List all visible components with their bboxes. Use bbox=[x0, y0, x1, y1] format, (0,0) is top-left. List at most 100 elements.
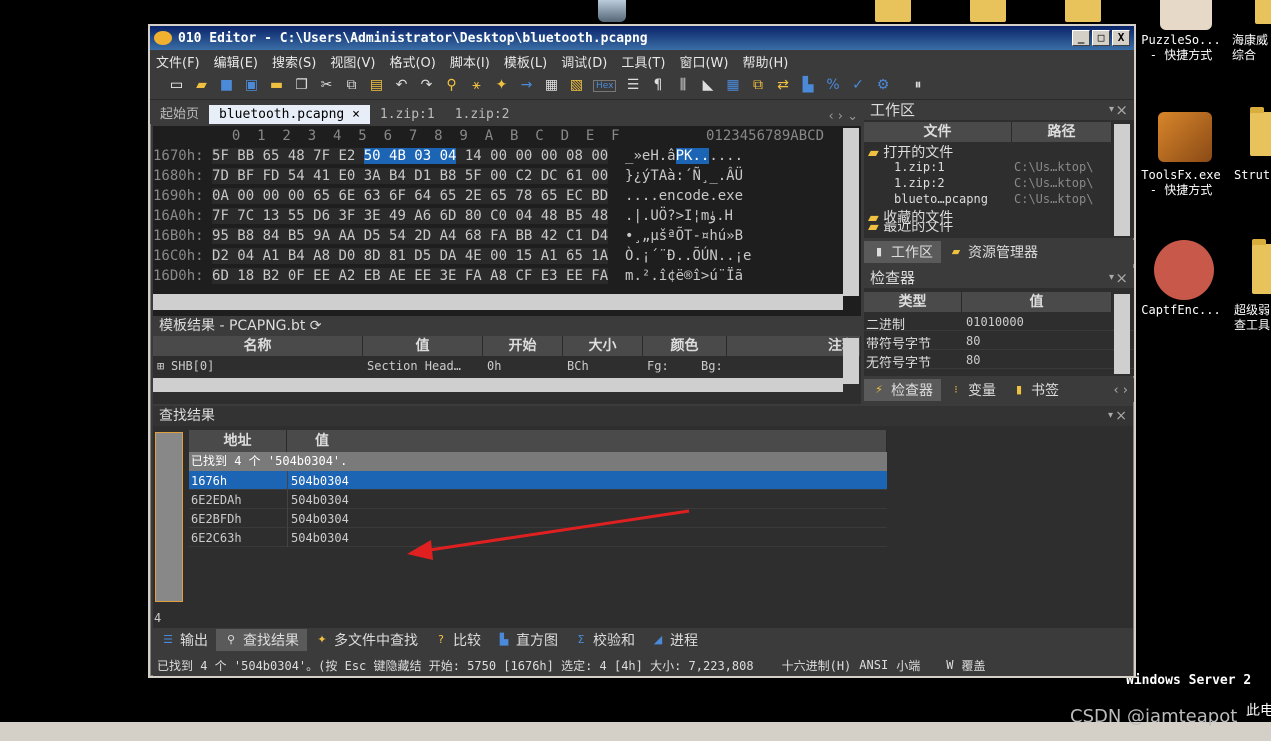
menu-format[interactable]: 格式(O) bbox=[389, 52, 435, 71]
undo-icon[interactable]: ↶ bbox=[393, 77, 410, 94]
desktop-folder-icon[interactable] bbox=[875, 0, 911, 22]
tab-output[interactable]: ☰ 输出 bbox=[153, 629, 216, 651]
tab-checksum[interactable]: Σ 校验和 bbox=[566, 629, 643, 651]
col-path[interactable]: 路径 bbox=[1012, 122, 1112, 142]
puzzle-app-icon[interactable] bbox=[1160, 0, 1212, 30]
list-item[interactable]: 1.zip:1 C:\Us…ktop\ bbox=[864, 159, 1134, 175]
panel-close-icon[interactable]: × bbox=[1115, 268, 1128, 288]
redo-icon[interactable]: ↷ bbox=[418, 77, 435, 94]
histogram-icon[interactable]: ▙ bbox=[799, 77, 816, 94]
tab-find-results[interactable]: ⚲ 查找结果 bbox=[216, 629, 307, 651]
maximize-button[interactable]: □ bbox=[1092, 30, 1110, 46]
panel-close-icon[interactable]: × bbox=[1115, 100, 1128, 120]
col-type[interactable]: 类型 bbox=[864, 292, 962, 312]
hex-bytes[interactable]: 7F 7C 13 55 D6 3F 3E 49 A6 6D 80 C0 04 4… bbox=[212, 208, 609, 224]
col-size[interactable]: 大小 bbox=[563, 336, 643, 356]
hex-row[interactable]: 1690h: 0A 00 00 00 65 6E 63 6F 64 65 2E … bbox=[153, 186, 843, 206]
title-bar[interactable]: 010 Editor - C:\Users\Administrator\Desk… bbox=[150, 26, 1134, 50]
list-item[interactable]: blueto…pcapng C:\Us…ktop\ bbox=[864, 191, 1134, 207]
tab-zip-2[interactable]: 1.zip:2 bbox=[445, 105, 520, 124]
find-icon[interactable]: ⚲ bbox=[443, 77, 460, 94]
copy-icon[interactable]: ❐ bbox=[293, 77, 310, 94]
calculator-icon[interactable]: ▦ bbox=[724, 77, 741, 94]
menu-template[interactable]: 模板(L) bbox=[504, 52, 547, 71]
menu-window[interactable]: 窗口(W) bbox=[679, 52, 728, 71]
status-endian[interactable]: 小端 bbox=[896, 657, 920, 674]
menu-debug[interactable]: 调试(D) bbox=[561, 52, 607, 71]
captfencoder-app-icon[interactable] bbox=[1154, 240, 1214, 300]
ascii-text[interactable]: }¿ýTAà:´Ñ¸_.ÂÜ bbox=[625, 166, 759, 186]
hex-bytes[interactable]: 5F BB 65 48 7F E2 50 4B 03 04 14 00 00 0… bbox=[212, 148, 609, 164]
process-icon[interactable]: ⚙ bbox=[874, 77, 891, 94]
open-folder-icon[interactable]: ▬ bbox=[268, 77, 285, 94]
workspace-scrollbar[interactable] bbox=[1114, 124, 1130, 236]
refresh-icon[interactable]: ⟳ bbox=[310, 318, 322, 334]
table-row[interactable]: ⊞ SHB[0] Section Head… 0h BCh Fg: Bg: bbox=[153, 356, 861, 376]
col-start[interactable]: 开始 bbox=[483, 336, 563, 356]
new-file-icon[interactable]: ▭ bbox=[168, 77, 185, 94]
tab-variables[interactable]: ⁝ 变量 bbox=[941, 379, 1004, 401]
desktop-folder-icon[interactable] bbox=[1250, 107, 1271, 156]
desktop-icon-captfencoder[interactable]: CaptfEnc... bbox=[1136, 303, 1226, 318]
menu-view[interactable]: 视图(V) bbox=[330, 52, 375, 71]
replace-icon[interactable]: ⚹ bbox=[468, 77, 485, 94]
menu-help[interactable]: 帮助(H) bbox=[742, 52, 788, 71]
desktop-icon-weakpass[interactable]: 超级弱 查工具 bbox=[1234, 303, 1271, 333]
hex-bytes[interactable]: 95 B8 84 B5 9A AA D5 54 2D A4 68 FA BB 4… bbox=[212, 228, 609, 244]
menu-edit[interactable]: 编辑(E) bbox=[214, 52, 258, 71]
panel-close-icon[interactable]: × bbox=[1115, 406, 1127, 426]
tab-workspace[interactable]: ▮ 工作区 bbox=[864, 241, 941, 263]
col-name[interactable]: 名称 bbox=[153, 336, 363, 356]
col-value[interactable]: 值 bbox=[363, 336, 483, 356]
tab-histogram[interactable]: ▙ 直方图 bbox=[489, 629, 566, 651]
hex-row[interactable]: 1670h: 5F BB 65 48 7F E2 50 4B 03 04 14 … bbox=[153, 146, 843, 166]
tab-find-in-files[interactable]: ✦ 多文件中查找 bbox=[307, 629, 426, 651]
inspector-scrollbar[interactable] bbox=[1114, 294, 1130, 374]
hex-editor[interactable]: 0 1 2 3 4 5 6 7 8 9 A B C D E F 01234567… bbox=[153, 126, 861, 316]
pause-icon[interactable]: ⏸ bbox=[909, 77, 926, 94]
columns-icon[interactable]: ⫼ bbox=[674, 77, 691, 94]
col-address[interactable]: 地址 bbox=[189, 430, 287, 452]
status-encoding[interactable]: ANSI bbox=[859, 658, 888, 672]
tab-process[interactable]: ◢ 进程 bbox=[643, 629, 706, 651]
hex-row[interactable]: 16A0h: 7F 7C 13 55 D6 3F 3E 49 A6 6D 80 … bbox=[153, 206, 843, 226]
checksum-icon[interactable]: ✓ bbox=[849, 77, 866, 94]
save-icon[interactable]: ■ bbox=[218, 77, 235, 94]
tab-close-icon[interactable]: × bbox=[352, 107, 360, 122]
cut-icon[interactable]: ✂ bbox=[318, 77, 335, 94]
hex-row[interactable]: 16D0h: 6D 18 B2 0F EE A2 EB AE EE 3E FA … bbox=[153, 266, 843, 286]
tab-compare[interactable]: ? 比较 bbox=[426, 629, 489, 651]
status-w[interactable]: W bbox=[946, 658, 953, 672]
panel-menu-icon[interactable]: ▾ bbox=[1109, 100, 1114, 120]
desktop-folder-icon[interactable] bbox=[970, 0, 1006, 22]
highlight-icon[interactable]: ◣ bbox=[699, 77, 716, 94]
toolsfx-app-icon[interactable] bbox=[1158, 112, 1212, 162]
menu-script[interactable]: 脚本(I) bbox=[450, 52, 490, 71]
ascii-text[interactable]: _»eH.âPK...... bbox=[625, 146, 759, 166]
open-files-group[interactable]: ▰ 打开的文件 bbox=[864, 142, 1134, 161]
save-all-icon[interactable]: ▣ bbox=[243, 77, 260, 94]
recent-group[interactable]: ▰ 最近的文件 bbox=[864, 222, 1134, 232]
expand-icon[interactable]: ⊞ bbox=[157, 359, 164, 373]
desktop-icon-puzzlesolver[interactable]: PuzzleSo... - 快捷方式 bbox=[1136, 33, 1226, 63]
status-overwrite[interactable]: 覆盖 bbox=[961, 657, 985, 674]
hex-bytes[interactable]: D2 04 A1 B4 A8 D0 8D 81 D5 DA 4E 00 15 A… bbox=[212, 248, 609, 264]
bookmark-icon[interactable]: ▦ bbox=[543, 77, 560, 94]
find-in-files-icon[interactable]: ✦ bbox=[493, 77, 510, 94]
desktop-folder-icon[interactable] bbox=[1255, 0, 1271, 24]
percent-icon[interactable]: % bbox=[824, 77, 841, 94]
table-row[interactable]: 无符号字节 80 bbox=[864, 350, 1134, 371]
status-mode[interactable]: 十六进制(H) bbox=[782, 657, 852, 674]
paste-icon[interactable]: ▤ bbox=[368, 77, 385, 94]
compare-icon[interactable]: ⧉ bbox=[749, 77, 766, 94]
ascii-text[interactable]: m.².î¢ë®î>ú¨Ïã bbox=[625, 266, 759, 286]
template-vertical-scrollbar[interactable] bbox=[843, 338, 859, 384]
hex-bytes[interactable]: 0A 00 00 00 65 6E 63 6F 64 65 2E 65 78 6… bbox=[212, 188, 609, 204]
hex-row[interactable]: 16C0h: D2 04 A1 B4 A8 D0 8D 81 D5 DA 4E … bbox=[153, 246, 843, 266]
table-row[interactable]: 1676h 504b0304 bbox=[189, 471, 887, 490]
table-row[interactable]: 二进制 01010000 bbox=[864, 312, 1134, 333]
swap-icon[interactable]: ⇄ bbox=[774, 77, 791, 94]
panel-menu-icon[interactable]: ▾ bbox=[1108, 406, 1113, 426]
goto-icon[interactable]: → bbox=[518, 77, 535, 94]
tab-bluetooth-pcapng[interactable]: bluetooth.pcapng × bbox=[209, 105, 370, 124]
